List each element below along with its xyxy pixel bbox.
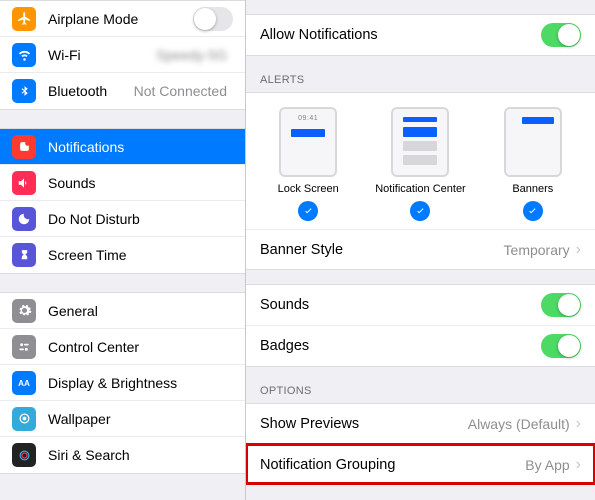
sidebar-item-sounds[interactable]: Sounds [0, 165, 245, 201]
controlcenter-icon [12, 335, 36, 359]
sounds-icon [12, 171, 36, 195]
sidebar-item-display[interactable]: AA Display & Brightness [0, 365, 245, 401]
banners-thumb [504, 107, 562, 177]
lockscreen-thumb: 09:41 [279, 107, 337, 177]
dnd-icon [12, 207, 36, 231]
sidebar-item-label: General [48, 303, 233, 319]
sidebar-item-dnd[interactable]: Do Not Disturb [0, 201, 245, 237]
wallpaper-icon [12, 407, 36, 431]
alert-option-banners[interactable]: Banners [483, 107, 583, 221]
sidebar-item-siri[interactable]: Siri & Search [0, 437, 245, 473]
settings-sidebar: Airplane Mode Wi-Fi Speedy-5G Bluetooth … [0, 0, 246, 500]
wifi-icon [12, 43, 36, 67]
check-icon [523, 201, 543, 221]
airplane-switch[interactable] [193, 7, 233, 31]
chevron-right-icon: › [576, 241, 581, 259]
chevron-right-icon: › [576, 456, 581, 474]
bluetooth-value: Not Connected [134, 83, 227, 99]
sidebar-item-controlcenter[interactable]: Control Center [0, 329, 245, 365]
allow-notifications-row[interactable]: Allow Notifications [246, 14, 595, 56]
screentime-icon [12, 243, 36, 267]
sidebar-item-label: Siri & Search [48, 447, 233, 463]
notifications-icon [12, 135, 36, 159]
alerts-header: ALERTS [246, 56, 595, 92]
badges-row[interactable]: Badges [246, 325, 595, 366]
display-icon: AA [12, 371, 36, 395]
siri-icon [12, 443, 36, 467]
sidebar-item-notifications[interactable]: Notifications [0, 129, 245, 165]
sidebar-item-general[interactable]: General [0, 293, 245, 329]
svg-text:AA: AA [18, 378, 30, 387]
notification-grouping-row[interactable]: Notification Grouping By App › [246, 444, 595, 484]
sidebar-item-label: Screen Time [48, 247, 233, 263]
alerts-options: 09:41 Lock Screen Notification Center [246, 93, 595, 229]
sidebar-item-wifi[interactable]: Wi-Fi Speedy-5G [0, 37, 245, 73]
sounds-switch[interactable] [541, 293, 581, 317]
gear-icon [12, 299, 36, 323]
check-icon [298, 201, 318, 221]
check-icon [410, 201, 430, 221]
sidebar-item-label: Airplane Mode [48, 11, 193, 27]
sidebar-item-bluetooth[interactable]: Bluetooth Not Connected [0, 73, 245, 109]
sidebar-item-label: Do Not Disturb [48, 211, 233, 227]
allow-label: Allow Notifications [260, 27, 541, 43]
sidebar-item-label: Bluetooth [48, 83, 134, 99]
alert-option-lockscreen[interactable]: 09:41 Lock Screen [258, 107, 358, 221]
sidebar-item-wallpaper[interactable]: Wallpaper [0, 401, 245, 437]
sidebar-item-label: Notifications [48, 139, 233, 155]
sounds-row[interactable]: Sounds [246, 285, 595, 325]
chevron-right-icon: › [576, 415, 581, 433]
bluetooth-icon [12, 79, 36, 103]
alert-option-notificationcenter[interactable]: Notification Center [370, 107, 470, 221]
wifi-value: Speedy-5G [156, 47, 227, 63]
banner-style-row[interactable]: Banner Style Temporary › [246, 229, 595, 269]
options-header: OPTIONS [246, 367, 595, 403]
sidebar-item-airplane[interactable]: Airplane Mode [0, 1, 245, 37]
sidebar-item-label: Display & Brightness [48, 375, 233, 391]
notifications-detail: Allow Notifications ALERTS 09:41 Lock Sc… [246, 0, 595, 500]
airplane-icon [12, 7, 36, 31]
nc-thumb [391, 107, 449, 177]
sidebar-item-label: Wallpaper [48, 411, 233, 427]
sidebar-item-label: Sounds [48, 175, 233, 191]
allow-switch[interactable] [541, 23, 581, 47]
show-previews-row[interactable]: Show Previews Always (Default) › [246, 404, 595, 444]
sidebar-item-label: Control Center [48, 339, 233, 355]
badges-switch[interactable] [541, 334, 581, 358]
sidebar-item-screentime[interactable]: Screen Time [0, 237, 245, 273]
sidebar-item-label: Wi-Fi [48, 47, 156, 63]
